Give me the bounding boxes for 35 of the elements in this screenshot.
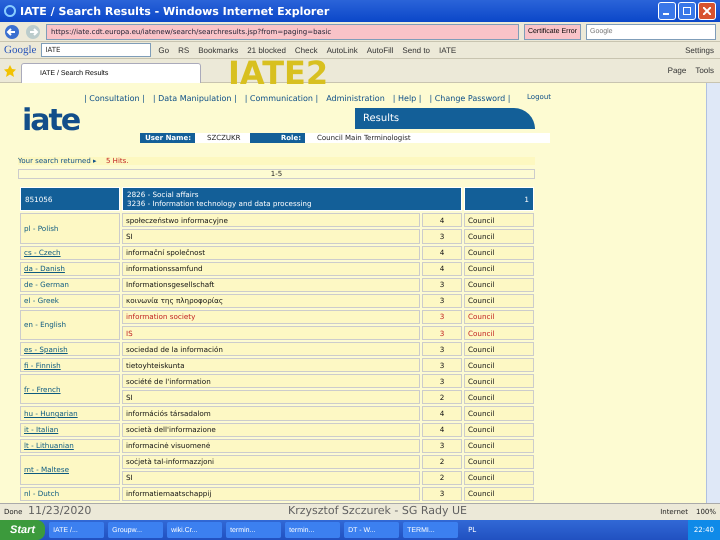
toolbar-item[interactable]: AutoLink [324, 46, 360, 54]
slide-title: IATE2 [228, 57, 328, 89]
google-logo: Google [4, 44, 36, 56]
nav-link[interactable]: | Help | [392, 94, 422, 103]
toolbar-item[interactable]: 21 blocked [245, 46, 288, 54]
maximize-button[interactable] [678, 2, 696, 20]
slide-date: 11/23/2020 [28, 504, 92, 517]
close-button[interactable] [698, 2, 716, 20]
toolbar-item[interactable]: AutoFill [364, 46, 396, 54]
close-icon [703, 7, 711, 15]
minimize-button[interactable] [658, 2, 676, 20]
star-icon[interactable] [4, 64, 16, 76]
nav-link[interactable]: | Consultation | [84, 94, 145, 103]
nav-link[interactable]: | Data Manipulation | [152, 94, 237, 103]
browser-icon [4, 5, 16, 17]
back-icon[interactable] [4, 24, 20, 40]
toolbar-item[interactable]: Bookmarks [196, 46, 240, 54]
command-button[interactable]: Page [666, 66, 688, 75]
toolbar-item[interactable]: IATE [437, 46, 458, 54]
command-button[interactable]: Tools [693, 66, 716, 75]
start-button[interactable]: Start [0, 520, 46, 540]
slide-footer: Krzysztof Szczurek - SG Rady UE [288, 504, 468, 517]
scrollbar[interactable] [706, 83, 720, 503]
maximize-icon [683, 7, 691, 15]
go-button[interactable]: Go [156, 46, 172, 54]
nav-link[interactable]: | Communication | [244, 94, 318, 103]
site-logo: iate [21, 102, 81, 138]
toolbar-item[interactable]: Check [292, 46, 320, 54]
toolbar-item[interactable]: RS [176, 46, 192, 54]
nav-link[interactable]: Administration [326, 94, 385, 103]
toolbar-item[interactable]: Send to [400, 46, 432, 54]
window-title: IATE / Search Results - Windows Internet Explorer [20, 4, 330, 18]
settings-button[interactable]: Settings [683, 46, 716, 54]
results-banner: Results [355, 108, 535, 129]
nav-link[interactable]: | Change Password | [429, 94, 510, 103]
